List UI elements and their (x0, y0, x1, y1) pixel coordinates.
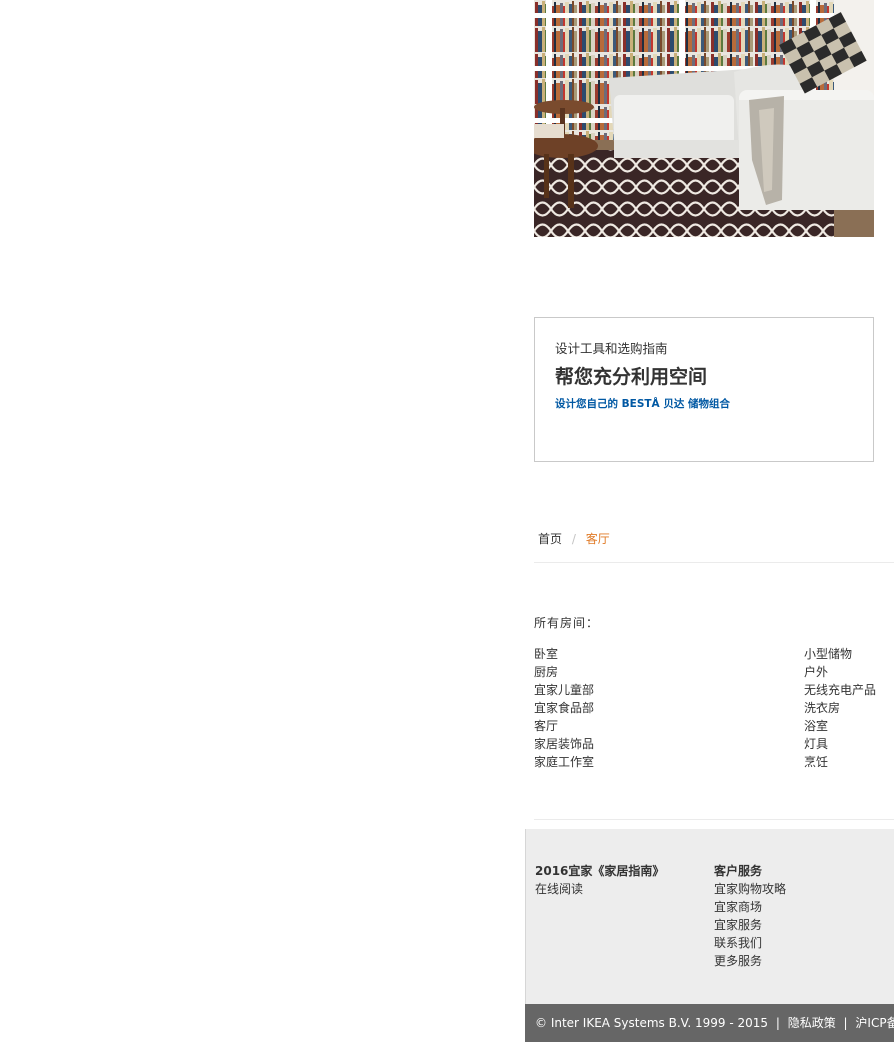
footer-link-contact-us[interactable]: 联系我们 (714, 936, 762, 950)
footer-link-item: 联系我们 (714, 934, 786, 952)
footer-link-more-services[interactable]: 更多服务 (714, 954, 762, 968)
footer-link-item: 宜家商场 (714, 898, 786, 916)
room-item: 客厅 (534, 717, 594, 735)
room-link-lighting[interactable]: 灯具 (804, 737, 828, 751)
design-tools-promo-card: 设计工具和选购指南 帮您充分利用空间 设计您自己的 BESTÅ 贝达 储物组合 (534, 317, 874, 462)
breadcrumb-separator: / (571, 532, 576, 546)
room-link-kitchen[interactable]: 厨房 (534, 665, 558, 679)
room-link-wireless-charging[interactable]: 无线充电产品 (804, 683, 876, 697)
room-link-cooking[interactable]: 烹饪 (804, 755, 828, 769)
room-item: 家居装饰品 (534, 735, 594, 753)
footer-link-read-online[interactable]: 在线阅读 (535, 882, 583, 896)
room-link-outdoor[interactable]: 户外 (804, 665, 828, 679)
besta-planner-link[interactable]: 设计您自己的 BESTÅ 贝达 储物组合 (555, 396, 730, 411)
footer-link-item: 更多服务 (714, 952, 786, 970)
footer-customer-service-column: 客户服务 宜家购物攻略 宜家商场 宜家服务 联系我们 更多服务 (714, 862, 786, 970)
room-item: 宜家儿童部 (534, 681, 594, 699)
living-room-photo (534, 0, 874, 237)
rooms-list-right: 小型储物 户外 无线充电产品 洗衣房 浴室 灯具 烹饪 (804, 645, 876, 771)
copyright-separator: | (843, 1016, 848, 1030)
breadcrumb-home-link[interactable]: 首页 (538, 532, 562, 546)
promo-eyebrow: 设计工具和选购指南 (555, 341, 668, 356)
room-item: 浴室 (804, 717, 876, 735)
footer-link-item: 在线阅读 (535, 880, 664, 898)
room-link-laundry[interactable]: 洗衣房 (804, 701, 840, 715)
copyright-text: © Inter IKEA Systems B.V. 1999 - 2015 (535, 1016, 768, 1030)
copyright-separator: | (775, 1016, 780, 1030)
privacy-policy-link[interactable]: 隐私政策 (788, 1016, 836, 1030)
footer-link-stores[interactable]: 宜家商场 (714, 900, 762, 914)
room-link-home-office[interactable]: 家庭工作室 (534, 755, 594, 769)
promo-title: 帮您充分利用空间 (555, 366, 708, 388)
room-item: 厨房 (534, 663, 594, 681)
room-item: 卧室 (534, 645, 594, 663)
footer-customer-service-links: 宜家购物攻略 宜家商场 宜家服务 联系我们 更多服务 (714, 880, 786, 970)
room-link-children[interactable]: 宜家儿童部 (534, 683, 594, 697)
footer-catalogue-title: 2016宜家《家居指南》 (535, 864, 665, 878)
rooms-list-left: 卧室 厨房 宜家儿童部 宜家食品部 客厅 家居装饰品 家庭工作室 (534, 645, 594, 771)
footer-catalogue-links: 在线阅读 (535, 880, 664, 898)
icp-license-link[interactable]: 沪ICP备 09 (855, 1016, 894, 1030)
page: 设计工具和选购指南 帮您充分利用空间 设计您自己的 BESTÅ 贝达 储物组合 … (0, 0, 894, 1058)
room-link-decoration[interactable]: 家居装饰品 (534, 737, 594, 751)
all-rooms-heading: 所有房间： (534, 616, 600, 630)
room-item: 洗衣房 (804, 699, 876, 717)
site-footer: 2016宜家《家居指南》 在线阅读 客户服务 宜家购物攻略 宜家商场 宜家服务 … (525, 829, 894, 1004)
divider (534, 819, 894, 820)
footer-link-shopping-guide[interactable]: 宜家购物攻略 (714, 882, 786, 896)
footer-link-item: 宜家服务 (714, 916, 786, 934)
breadcrumb-current-page: 客厅 (585, 532, 610, 546)
copyright-bar: © Inter IKEA Systems B.V. 1999 - 2015 | … (525, 1004, 894, 1042)
room-item: 户外 (804, 663, 876, 681)
room-item: 烹饪 (804, 753, 876, 771)
footer-link-item: 宜家购物攻略 (714, 880, 786, 898)
room-link-food[interactable]: 宜家食品部 (534, 701, 594, 715)
breadcrumb: 首页 / 客厅 (538, 530, 610, 547)
room-item: 小型储物 (804, 645, 876, 663)
room-link-living-room[interactable]: 客厅 (534, 719, 558, 733)
room-link-small-storage[interactable]: 小型储物 (804, 647, 852, 661)
room-item: 灯具 (804, 735, 876, 753)
room-link-bedroom[interactable]: 卧室 (534, 647, 558, 661)
room-item: 无线充电产品 (804, 681, 876, 699)
footer-link-services[interactable]: 宜家服务 (714, 918, 762, 932)
room-link-bathroom[interactable]: 浴室 (804, 719, 828, 733)
footer-catalogue-column: 2016宜家《家居指南》 在线阅读 (535, 862, 664, 898)
divider (534, 562, 894, 563)
living-room-hero-image[interactable] (534, 0, 874, 237)
footer-customer-service-title: 客户服务 (714, 864, 763, 878)
room-item: 家庭工作室 (534, 753, 594, 771)
room-item: 宜家食品部 (534, 699, 594, 717)
